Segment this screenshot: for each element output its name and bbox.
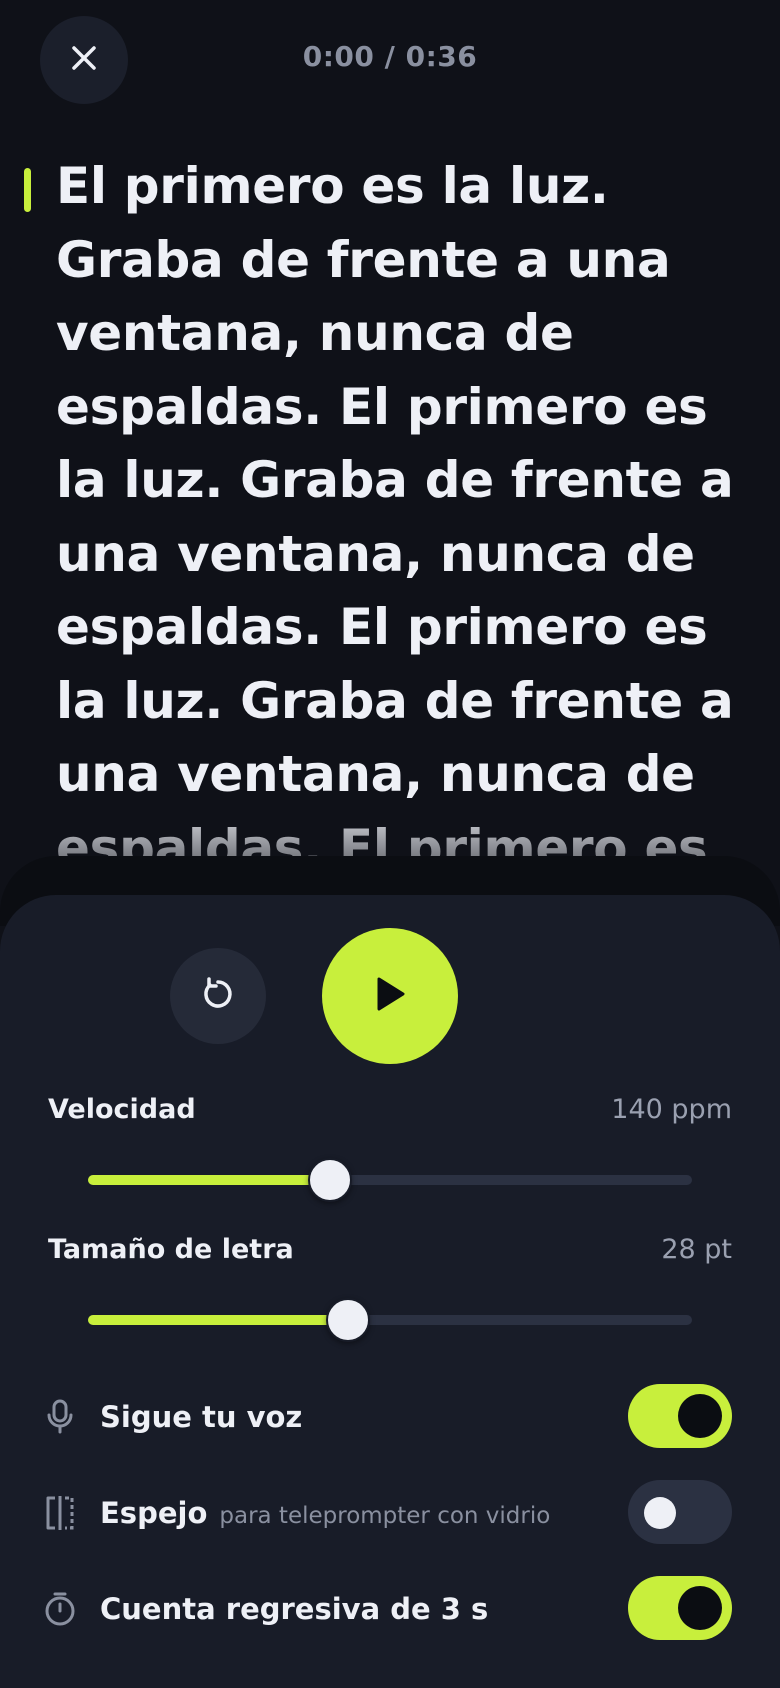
speed-slider-fill: [88, 1175, 330, 1185]
mirror-icon: [42, 1495, 78, 1531]
font-size-slider-fill: [88, 1315, 348, 1325]
font-size-value: 28 pt: [661, 1234, 732, 1265]
speed-label: Velocidad: [48, 1094, 196, 1125]
play-icon: [373, 975, 407, 1017]
countdown-toggle[interactable]: [628, 1576, 732, 1640]
mirror-toggle[interactable]: [628, 1480, 732, 1544]
toggle-row-mirror: Espejo para teleprompter con vidrio: [0, 1478, 780, 1548]
reading-position-marker: [24, 168, 31, 212]
mirror-label: Espejo: [100, 1496, 208, 1530]
font-size-slider[interactable]: [88, 1298, 692, 1342]
follow-voice-toggle-knob: [678, 1394, 722, 1438]
speed-value: 140 ppm: [611, 1094, 732, 1125]
script-viewport[interactable]: El primero es la luz. Graba de frente a …: [0, 150, 780, 890]
microphone-icon: [42, 1399, 78, 1435]
top-bar: 0:00 / 0:36: [0, 0, 780, 120]
follow-voice-label: Sigue tu voz: [100, 1400, 303, 1434]
timer-icon: [42, 1591, 78, 1627]
script-text: El primero es la luz. Graba de frente a …: [56, 157, 734, 877]
countdown-label: Cuenta regresiva de 3 s: [100, 1592, 489, 1626]
font-size-label: Tamaño de letra: [48, 1234, 294, 1265]
follow-voice-toggle[interactable]: [628, 1384, 732, 1448]
play-button[interactable]: [322, 928, 458, 1064]
speed-slider[interactable]: [88, 1158, 692, 1202]
toggle-row-follow-voice: Sigue tu voz: [0, 1382, 780, 1452]
countdown-toggle-knob: [678, 1586, 722, 1630]
mirror-toggle-knob: [644, 1497, 676, 1529]
toggle-row-countdown: Cuenta regresiva de 3 s: [0, 1574, 780, 1644]
mirror-sublabel: para teleprompter con vidrio: [219, 1503, 551, 1529]
restart-icon: [200, 976, 236, 1016]
font-size-slider-thumb[interactable]: [325, 1298, 370, 1342]
restart-button[interactable]: [170, 948, 266, 1044]
speed-slider-thumb[interactable]: [307, 1158, 352, 1202]
playback-timer: 0:00 / 0:36: [302, 40, 478, 73]
